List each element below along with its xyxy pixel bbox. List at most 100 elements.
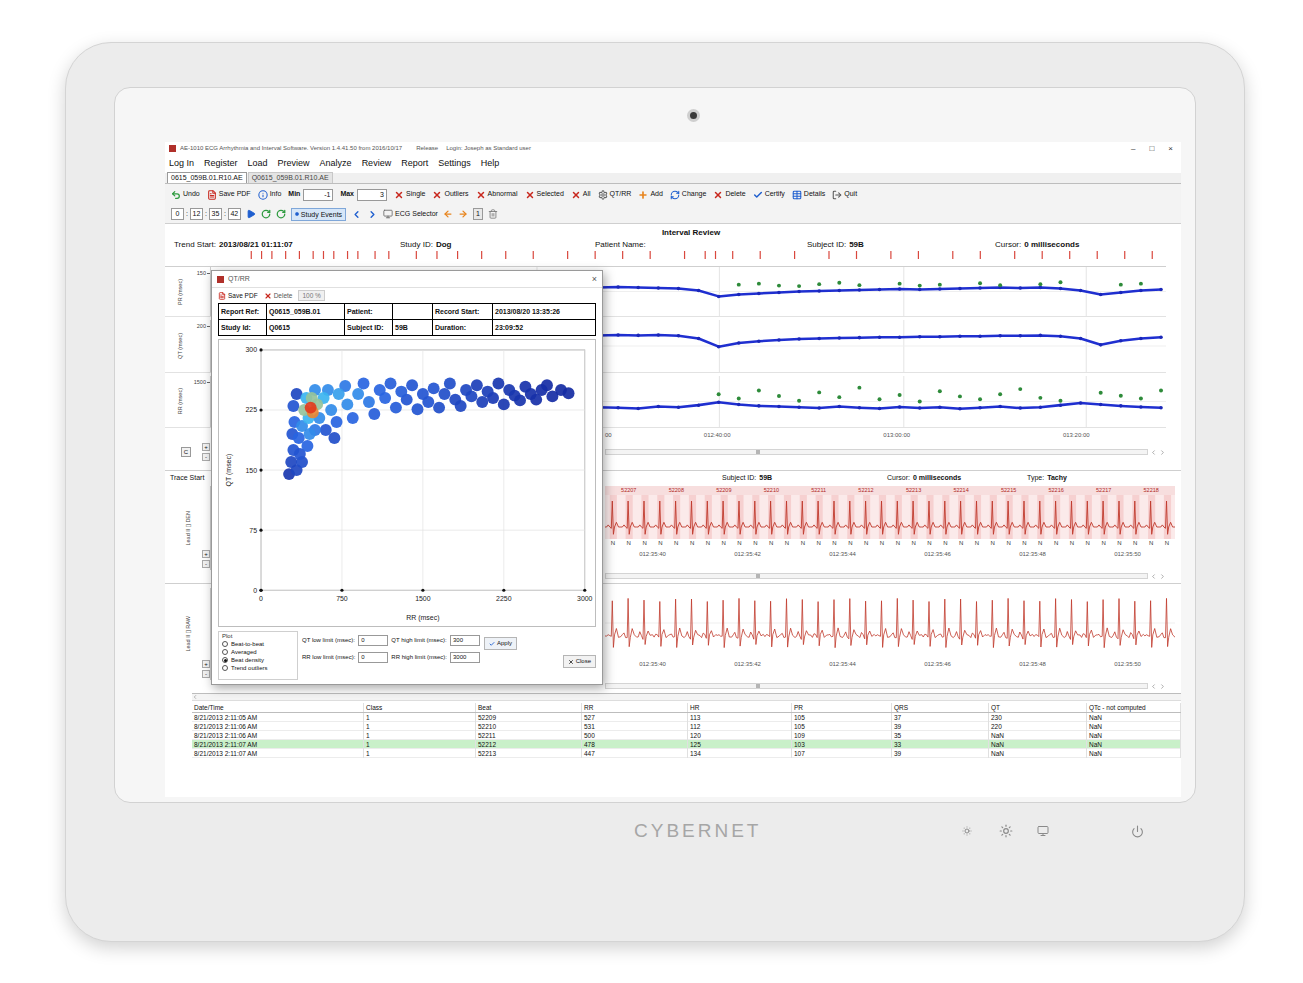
- table-row[interactable]: 8/21/2013 2:11:06 AM15221150012010935NaN…: [192, 731, 1181, 740]
- next-icon[interactable]: [367, 209, 378, 220]
- scroll-left-icon[interactable]: [1150, 683, 1157, 690]
- qt-rr-density-chart[interactable]: 0750150022503000075150225300RR (msec)QT …: [219, 340, 595, 626]
- column-header[interactable]: QRS: [892, 703, 989, 712]
- plot-type-radio[interactable]: Averaged: [222, 648, 294, 656]
- column-header[interactable]: QT: [989, 703, 1087, 712]
- toolbar-button[interactable]: Change: [670, 189, 707, 200]
- reset-zoom-button[interactable]: C: [181, 447, 191, 457]
- toolbar-button[interactable]: Save PDF: [207, 189, 251, 200]
- limit-input[interactable]: 0: [358, 652, 388, 663]
- time-field[interactable]: 0:12:35:42: [171, 208, 241, 220]
- toolbar-button[interactable]: Details: [792, 189, 825, 200]
- previous-icon[interactable]: [351, 209, 362, 220]
- trash-icon[interactable]: [488, 209, 498, 219]
- toolbar-button[interactable]: Add: [638, 189, 662, 200]
- toolbar-button[interactable]: Certify: [753, 189, 785, 200]
- horizontal-scrollbar[interactable]: [605, 682, 1166, 690]
- zoom-out-button[interactable]: -: [202, 560, 210, 568]
- horizontal-scrollbar[interactable]: [605, 448, 1166, 456]
- toolbar-button[interactable]: Abnormal: [476, 189, 518, 200]
- number-input[interactable]: -1: [303, 189, 333, 201]
- scroll-left-icon[interactable]: [1150, 449, 1157, 456]
- save-pdf-button[interactable]: Save PDF: [218, 291, 258, 301]
- plot-type-radio[interactable]: Beat-to-beat: [222, 640, 294, 648]
- toolbar-button[interactable]: Selected: [525, 189, 564, 200]
- column-header[interactable]: PR: [792, 703, 892, 712]
- column-header[interactable]: QTc - not computed: [1087, 703, 1181, 712]
- brightness-up-icon[interactable]: [999, 824, 1013, 838]
- document-tab[interactable]: 0615_059B.01.R10.AE: [167, 172, 247, 183]
- toolbar-button[interactable]: All: [571, 189, 591, 200]
- column-header[interactable]: Date/Time: [192, 703, 364, 712]
- toolbar-button[interactable]: Outliers: [432, 189, 468, 200]
- toolbar-button[interactable]: QT/RR: [598, 189, 632, 200]
- toolbar-button[interactable]: Info: [258, 189, 282, 200]
- limit-input[interactable]: 0: [358, 635, 388, 646]
- table-row[interactable]: 8/21/2013 2:11:07 AM15221247812510333NaN…: [192, 740, 1181, 749]
- scroll-thumb[interactable]: [756, 684, 760, 688]
- window-control-button[interactable]: ×: [1168, 144, 1173, 154]
- toolbar-button[interactable]: Quit: [832, 189, 857, 200]
- menu-item[interactable]: Report: [401, 157, 428, 171]
- page-field[interactable]: 1: [473, 208, 483, 220]
- menu-item[interactable]: Register: [204, 157, 238, 171]
- display-mode-icon[interactable]: [1037, 825, 1049, 837]
- delete-button[interactable]: Delete: [264, 291, 293, 301]
- forward-arrow-icon[interactable]: [458, 209, 468, 219]
- ecg-selector-button[interactable]: ECG Selector: [383, 209, 438, 220]
- zoom-out-button[interactable]: -: [202, 453, 210, 461]
- refresh-icon[interactable]: [261, 209, 271, 219]
- study-events-button[interactable]: Study Events: [291, 208, 346, 221]
- menu-item[interactable]: Review: [362, 157, 392, 171]
- power-icon[interactable]: [1131, 825, 1144, 838]
- limit-input[interactable]: 300: [450, 635, 480, 646]
- qt-rr-dialog[interactable]: QT/RR×Save PDFDelete100 %Report Ref:Q061…: [211, 270, 603, 685]
- column-header[interactable]: HR: [688, 703, 792, 712]
- back-arrow-icon[interactable]: [443, 209, 453, 219]
- play-icon[interactable]: [246, 209, 256, 219]
- limit-input[interactable]: 3000: [450, 652, 480, 663]
- plot-type-radio[interactable]: Trend outliers: [222, 664, 294, 672]
- raw-ecg-trace[interactable]: 012:35:40012:35:42012:35:44012:35:46012:…: [605, 588, 1175, 680]
- refresh-icon[interactable]: [276, 209, 286, 219]
- zoom-in-button[interactable]: +: [202, 660, 210, 668]
- window-control-button[interactable]: □: [1149, 144, 1154, 154]
- scroll-right-icon[interactable]: [1159, 573, 1166, 580]
- horizontal-scrollbar[interactable]: [605, 572, 1166, 580]
- brightness-down-icon[interactable]: [961, 825, 973, 837]
- scroll-thumb[interactable]: [756, 574, 760, 578]
- close-button[interactable]: Close: [563, 655, 596, 668]
- menu-item[interactable]: Preview: [278, 157, 310, 171]
- zoom-field[interactable]: 100 %: [298, 290, 324, 301]
- dialog-close-button[interactable]: ×: [592, 274, 597, 284]
- window-control-button[interactable]: –: [1131, 144, 1135, 154]
- zoom-in-button[interactable]: +: [202, 550, 210, 558]
- zoom-out-button[interactable]: -: [202, 670, 210, 678]
- document-tab[interactable]: Q0615_059B.01.R10.AE: [248, 172, 333, 183]
- plot-type-radio[interactable]: Beat density: [222, 656, 294, 664]
- scroll-right-icon[interactable]: [1159, 449, 1166, 456]
- scroll-right-icon[interactable]: [1159, 683, 1166, 690]
- menu-item[interactable]: Load: [248, 157, 268, 171]
- column-header[interactable]: Class: [364, 703, 476, 712]
- menu-item[interactable]: Log In: [169, 157, 194, 171]
- scroll-left-icon[interactable]: [1150, 573, 1157, 580]
- table-row[interactable]: 8/21/2013 2:11:05 AM15220952711310537230…: [192, 713, 1181, 722]
- scroll-left-icon[interactable]: [192, 694, 198, 700]
- table-row[interactable]: 8/21/2013 2:11:07 AM15221344713410739NaN…: [192, 749, 1181, 758]
- zoom-in-button[interactable]: +: [202, 443, 210, 451]
- toolbar-button[interactable]: Delete: [713, 189, 745, 200]
- ecg-trace[interactable]: 5220752208522095221052211522125221352214…: [605, 486, 1175, 570]
- menu-item[interactable]: Settings: [438, 157, 471, 171]
- toolbar-button[interactable]: Single: [394, 189, 425, 200]
- apply-button[interactable]: Apply: [484, 637, 517, 650]
- column-header[interactable]: Beat: [476, 703, 582, 712]
- menu-item[interactable]: Help: [481, 157, 500, 171]
- number-input[interactable]: 3: [357, 189, 387, 201]
- column-header[interactable]: RR: [582, 703, 688, 712]
- menu-item[interactable]: Analyze: [320, 157, 352, 171]
- table-row[interactable]: 8/21/2013 2:11:06 AM15221053111210539220…: [192, 722, 1181, 731]
- ecg-waveform: [605, 495, 1175, 539]
- scroll-thumb[interactable]: [756, 450, 760, 454]
- toolbar-button[interactable]: Undo: [171, 189, 200, 200]
